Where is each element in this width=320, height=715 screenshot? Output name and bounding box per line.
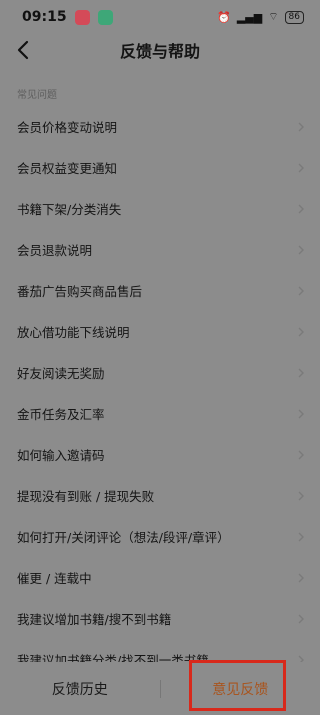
faq-item[interactable]: 好友阅读无奖励 [0, 352, 320, 393]
chevron-right-icon [298, 614, 304, 624]
faq-item[interactable]: 如何输入邀请码 [0, 434, 320, 475]
faq-item[interactable]: 放心借功能下线说明 [0, 311, 320, 352]
chevron-right-icon [298, 286, 304, 296]
faq-item-label: 催更 / 连载中 [17, 571, 92, 586]
faq-item[interactable]: 会员价格变动说明 [0, 106, 320, 147]
chevron-right-icon [298, 573, 304, 583]
chevron-right-icon [298, 245, 304, 255]
faq-item-label: 如何打开/关闭评论（想法/段评/章评） [17, 530, 230, 545]
status-right: ⏰ ▂▄▆ ⌔ 86 [217, 10, 304, 24]
app-notification-icon-2 [97, 9, 113, 25]
faq-item[interactable]: 催更 / 连载中 [0, 557, 320, 598]
chevron-right-icon [298, 491, 304, 501]
battery-icon: 86 [284, 10, 304, 24]
feedback-history-button[interactable]: 反馈历史 [0, 679, 160, 699]
faq-item[interactable]: 金币任务及汇率 [0, 393, 320, 434]
status-bar: 09:15 ⏰ ▂▄▆ ⌔ 86 [0, 0, 320, 34]
wifi-icon: ⌔ [268, 10, 279, 23]
faq-item[interactable]: 我建议增加书籍/搜不到书籍 [0, 598, 320, 639]
chevron-right-icon [298, 450, 304, 460]
faq-item-label: 金币任务及汇率 [17, 407, 105, 422]
faq-item[interactable]: 番茄广告购买商品售后 [0, 270, 320, 311]
faq-item-label: 我建议增加书籍/搜不到书籍 [17, 612, 172, 627]
chevron-right-icon [298, 368, 304, 378]
faq-list: 会员价格变动说明 会员权益变更通知 书籍下架/分类消失 会员退款说明 番茄广告购… [0, 106, 320, 680]
chevron-right-icon [298, 409, 304, 419]
chevron-right-icon [298, 122, 304, 132]
faq-item-label: 番茄广告购买商品售后 [17, 284, 143, 299]
faq-item[interactable]: 如何打开/关闭评论（想法/段评/章评） [0, 516, 320, 557]
faq-item[interactable]: 会员退款说明 [0, 229, 320, 270]
app-notification-icon [74, 9, 90, 25]
nav-bar: 反馈与帮助 [0, 34, 320, 66]
chevron-right-icon [298, 327, 304, 337]
chevron-right-icon [298, 163, 304, 173]
faq-item-label: 好友阅读无奖励 [17, 366, 105, 381]
status-time: 09:15 [22, 9, 67, 25]
chevron-right-icon [298, 532, 304, 542]
faq-item-label: 会员价格变动说明 [17, 120, 118, 135]
faq-item-label: 书籍下架/分类消失 [17, 202, 122, 217]
faq-item[interactable]: 书籍下架/分类消失 [0, 188, 320, 229]
highlight-box [189, 660, 286, 711]
faq-item-label: 会员权益变更通知 [17, 161, 118, 176]
faq-item-label: 放心借功能下线说明 [17, 325, 130, 340]
alarm-icon: ⏰ [217, 10, 231, 24]
faq-item[interactable]: 提现没有到账 / 提现失败 [0, 475, 320, 516]
chevron-left-icon[interactable] [14, 38, 34, 62]
faq-item-label: 如何输入邀请码 [17, 448, 105, 463]
faq-item-label: 提现没有到账 / 提现失败 [17, 489, 155, 504]
status-left: 09:15 [22, 9, 113, 25]
page-title: 反馈与帮助 [119, 42, 200, 61]
faq-item-label: 会员退款说明 [17, 243, 93, 258]
faq-item[interactable]: 会员权益变更通知 [0, 147, 320, 188]
signal-icon: ▂▄▆ [236, 10, 263, 24]
chevron-right-icon [298, 204, 304, 214]
section-title: 常见问题 [17, 90, 57, 101]
